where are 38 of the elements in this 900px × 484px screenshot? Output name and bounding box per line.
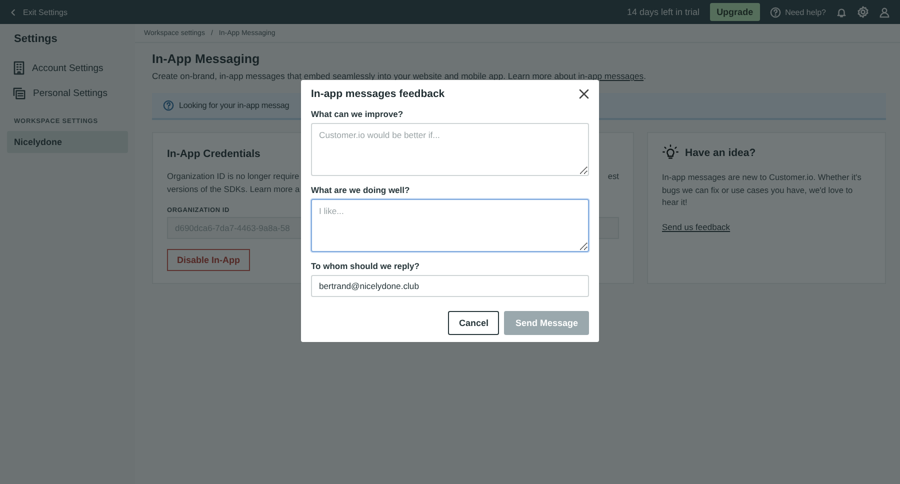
learn-more-link[interactable]: in-app messages <box>578 71 644 81</box>
close-icon[interactable] <box>579 89 589 99</box>
text-area[interactable]: I like... <box>311 199 589 252</box>
cancel-button[interactable]: Cancel <box>448 311 500 335</box>
disable-button[interactable]: Disable In-App <box>167 249 250 271</box>
card-title: In-App Credentials <box>167 148 262 160</box>
description-text: Organization ID is no longer require <box>167 170 300 182</box>
field-label: To whom should we reply? <box>311 261 420 271</box>
description-text: versions of the SDKs. Learn more a <box>167 182 300 195</box>
field-label: What are we doing well? <box>311 185 411 195</box>
profile-icon[interactable] <box>879 6 890 18</box>
feedback-link[interactable]: Send us feedback <box>662 222 730 232</box>
upgrade-button[interactable]: Upgrade <box>710 3 760 21</box>
page-description: Create on-brand, in-app messages that embed seamlessly into your website and mobile app. Learn more about in-app messages. <box>152 71 647 81</box>
chevron-icon <box>10 8 17 16</box>
exit-settings-link[interactable]: Exit Settings <box>10 8 68 16</box>
description-text: est <box>608 170 619 182</box>
email-field[interactable]: bertrand@nicelydone.club <box>311 275 589 297</box>
trial-text: 14 days left in trial <box>627 7 700 17</box>
page-title: In-App Messaging <box>152 52 261 66</box>
sidebar-title: Settings <box>13 32 58 47</box>
sidebar-item[interactable]: Account Settings <box>7 57 128 83</box>
workspace-item[interactable]: Nicelydone <box>7 131 128 153</box>
field-label: What can we improve? <box>311 109 404 119</box>
sidebar-item[interactable]: Personal Settings <box>7 83 128 108</box>
help-icon <box>770 6 782 18</box>
banner-text: Looking for your in-app messag <box>179 101 290 110</box>
settings-icon[interactable] <box>857 6 869 18</box>
idea-text: In-app messages are new to Customer.io. Whether it's bugs we can fix or use cases you have, we'd love to hear it! <box>662 171 862 208</box>
profile-card-icon <box>13 87 26 100</box>
lightbulb-icon <box>662 144 679 161</box>
card-title: Have an idea? <box>685 146 756 158</box>
text-area[interactable]: Customer.io would be better if... <box>311 123 589 176</box>
dialog-title: In-app messages feedback <box>311 88 445 100</box>
help-link[interactable]: Need help? <box>770 6 826 18</box>
question-icon <box>163 100 174 111</box>
building-icon <box>13 61 25 75</box>
notification-icon[interactable] <box>836 6 847 18</box>
